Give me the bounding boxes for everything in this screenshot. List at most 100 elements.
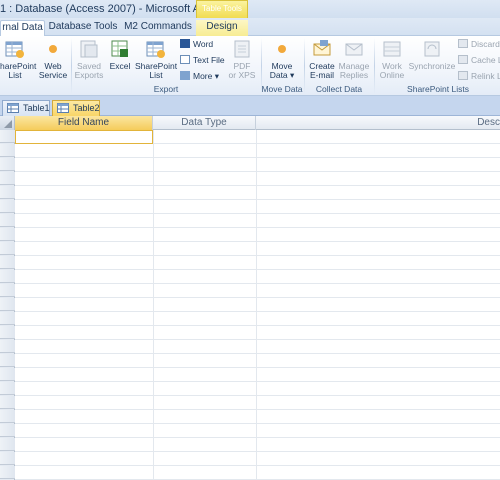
- row-selector[interactable]: [0, 354, 15, 367]
- import-sharepoint-list-button[interactable]: harePoint List: [0, 38, 36, 80]
- row-selector[interactable]: [0, 144, 15, 157]
- relink-button[interactable]: Relink L: [458, 71, 500, 81]
- row-gridline: [15, 255, 500, 256]
- window-title: 1 : Database (Access 2007) - Microsoft A…: [0, 3, 229, 15]
- tab-database-tools[interactable]: Database Tools: [48, 20, 118, 36]
- row-selector[interactable]: [0, 200, 15, 213]
- synchronize-icon: [424, 41, 440, 57]
- synchronize-button[interactable]: Synchronize: [408, 38, 456, 71]
- import-sharepoint-list-label: harePoint List: [0, 61, 37, 80]
- move-data-icon: [278, 45, 286, 53]
- row-selector[interactable]: [0, 410, 15, 423]
- field-name-cell-active[interactable]: [15, 130, 153, 144]
- row-gridline: [15, 381, 500, 382]
- manage-replies-button[interactable]: Manage Replies: [338, 38, 370, 80]
- row-selector[interactable]: [0, 270, 15, 283]
- web-service-icon: [49, 45, 57, 53]
- row-selector[interactable]: [0, 340, 15, 353]
- export-more-label: More ▾: [193, 71, 219, 81]
- row-selector[interactable]: [0, 228, 15, 241]
- row-selector[interactable]: [0, 452, 15, 465]
- doc-tab-table1[interactable]: Table1: [2, 100, 50, 116]
- export-pdf-xps-label: PDF or XPS: [228, 61, 256, 80]
- discard-button[interactable]: Discard: [458, 39, 500, 49]
- sharepoint-list-icon: [5, 41, 24, 58]
- doc-tab-table1-label: Table1: [23, 103, 50, 113]
- export-text-file-button[interactable]: Text File: [180, 55, 225, 65]
- tab-external-data[interactable]: rnal Data: [0, 20, 45, 37]
- export-more-button[interactable]: More ▾: [180, 71, 219, 81]
- web-service-button[interactable]: Web Service: [36, 38, 70, 80]
- manage-replies-label: Manage Replies: [338, 61, 370, 80]
- column-header-data-type[interactable]: Data Type: [153, 116, 256, 130]
- work-online-icon: [383, 41, 401, 57]
- work-online-button[interactable]: Work Online: [377, 38, 407, 80]
- column-header-field-name[interactable]: Field Name: [15, 116, 153, 130]
- discard-label: Discard: [471, 39, 500, 49]
- row-gridline: [15, 451, 500, 452]
- row-selector[interactable]: [0, 242, 15, 255]
- document-tab-bar: Table1 Table2: [0, 96, 500, 116]
- tab-design[interactable]: Design: [196, 20, 248, 36]
- move-data-button[interactable]: Move Data ▾: [266, 38, 298, 80]
- saved-exports-button[interactable]: Saved Exports: [73, 38, 105, 80]
- export-excel-button[interactable]: Excel: [107, 38, 133, 71]
- sharepoint-list-icon: [146, 41, 165, 58]
- doc-tab-table2[interactable]: Table2: [52, 100, 100, 116]
- row-gridline: [15, 297, 500, 298]
- row-selector[interactable]: [0, 368, 15, 381]
- row-selector[interactable]: [0, 256, 15, 269]
- row-selector[interactable]: [0, 186, 15, 199]
- relink-icon: [458, 71, 468, 80]
- row-selector[interactable]: [0, 326, 15, 339]
- row-gridline: [15, 339, 500, 340]
- row-selector[interactable]: [0, 214, 15, 227]
- row-selector[interactable]: [0, 466, 15, 479]
- text-file-icon: [180, 55, 190, 64]
- export-sharepoint-list-button[interactable]: SharePoint List: [135, 38, 177, 80]
- row-gridline: [15, 395, 500, 396]
- row-selector[interactable]: [0, 158, 15, 171]
- table-tools-context-header: Table Tools: [196, 0, 248, 18]
- more-icon: [180, 71, 190, 80]
- row-gridline: [15, 185, 500, 186]
- export-pdf-xps-button[interactable]: PDF or XPS: [226, 38, 258, 80]
- group-separator: [374, 38, 375, 94]
- cache-button[interactable]: Cache L: [458, 55, 500, 65]
- row-gridline: [15, 325, 500, 326]
- export-text-file-label: Text File: [193, 55, 225, 65]
- saved-exports-icon: [80, 40, 98, 58]
- row-selector[interactable]: [0, 130, 15, 143]
- doc-tab-table2-label: Table2: [73, 103, 100, 113]
- row-selector[interactable]: [0, 172, 15, 185]
- row-gridline: [15, 227, 500, 228]
- pdf-icon: [234, 40, 250, 58]
- export-group-label: Export: [153, 84, 179, 94]
- row-selector[interactable]: [0, 438, 15, 451]
- row-gridline: [15, 367, 500, 368]
- relink-label: Relink L: [471, 71, 500, 81]
- create-email-button[interactable]: Create E-mail: [307, 38, 337, 80]
- row-gridline: [15, 311, 500, 312]
- row-selector[interactable]: [0, 424, 15, 437]
- web-service-label: Web Service: [38, 61, 68, 80]
- work-online-label: Work Online: [379, 61, 405, 80]
- row-gridline: [15, 241, 500, 242]
- row-gridline: [15, 423, 500, 424]
- export-word-button[interactable]: Word: [180, 39, 213, 49]
- column-gridline: [256, 130, 257, 480]
- title-bar: 1 : Database (Access 2007) - Microsoft A…: [0, 0, 500, 18]
- select-all-corner[interactable]: [0, 116, 15, 130]
- row-selector[interactable]: [0, 382, 15, 395]
- saved-exports-label: Saved Exports: [74, 61, 104, 80]
- row-selector[interactable]: [0, 312, 15, 325]
- cache-label: Cache L: [471, 55, 500, 65]
- move-data-label: Move Data ▾: [269, 61, 295, 80]
- row-selector[interactable]: [0, 284, 15, 297]
- export-word-label: Word: [193, 39, 214, 49]
- column-header-description[interactable]: Desc: [256, 116, 500, 130]
- row-selector[interactable]: [0, 298, 15, 311]
- row-selector[interactable]: [0, 396, 15, 409]
- export-excel-label: Excel: [109, 61, 131, 71]
- tab-m2-commands[interactable]: M2 Commands: [124, 20, 192, 36]
